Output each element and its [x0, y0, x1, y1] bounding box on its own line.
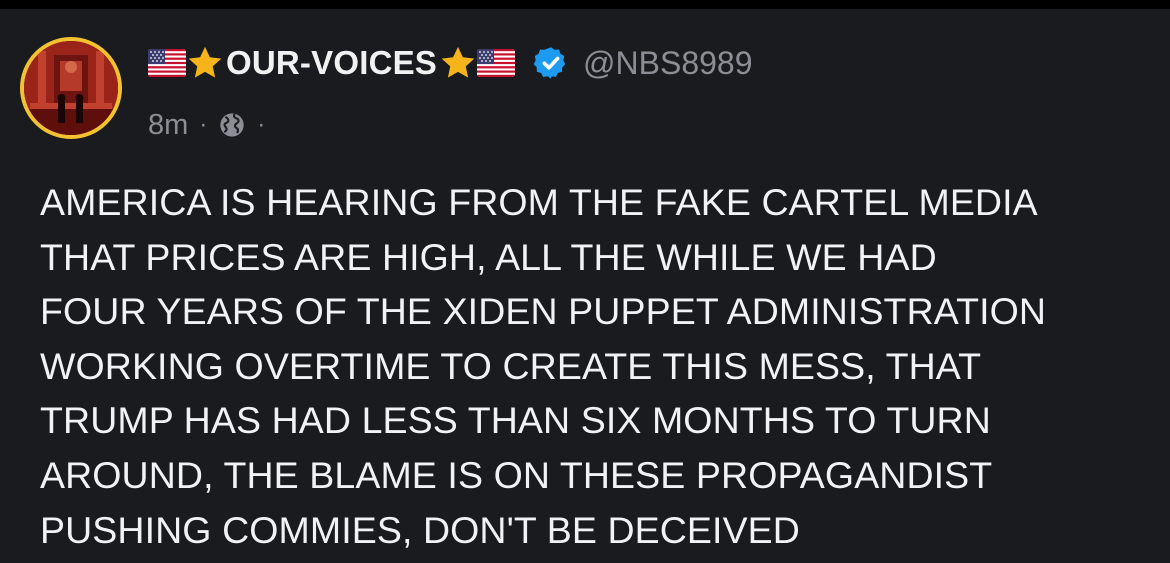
us-flag-icon [148, 49, 186, 77]
post-text-line: THAT PRICES ARE HIGH, ALL THE WHILE WE H… [40, 235, 937, 278]
post-text-line: WORKING OVERTIME TO CREATE THIS MESS, TH… [40, 344, 982, 387]
post-meta: 8m · · [148, 105, 276, 145]
post-text-line: AROUND, THE BLAME IS ON THESE PROPAGANDI… [40, 453, 993, 496]
user-handle[interactable]: @NBS8989 [583, 45, 752, 82]
post-text-line: AMERICA IS HEARING FROM THE FAKE CARTEL … [40, 181, 1038, 223]
avatar[interactable] [20, 37, 122, 139]
star-icon [439, 44, 477, 82]
post-card[interactable]: OUR-VOICES @NBS8989 8m · · AMERICA IS HE… [0, 9, 1170, 563]
post-header: OUR-VOICES @NBS8989 [148, 41, 753, 85]
verified-badge-icon[interactable] [533, 45, 569, 81]
post-text-line: PUSHING COMMIES, DON'T BE DECEIVED [40, 508, 800, 551]
post-text: AMERICA IS HEARING FROM THE FAKE CARTEL … [40, 175, 1150, 557]
avatar-image [24, 41, 118, 135]
top-edge-bar [0, 0, 1170, 9]
post-text-line: TRUMP HAS HAD LESS THAN SIX MONTHS TO TU… [40, 399, 991, 442]
display-name[interactable]: OUR-VOICES [226, 44, 437, 82]
timestamp[interactable]: 8m [148, 109, 188, 142]
post-text-line: FOUR YEARS OF THE XIDEN PUPPET ADMINISTR… [40, 290, 1047, 333]
separator-dot: · [199, 111, 208, 138]
globe-icon[interactable] [218, 111, 246, 139]
separator-dot: · [257, 111, 266, 138]
star-icon [186, 44, 224, 82]
us-flag-icon [477, 49, 516, 77]
